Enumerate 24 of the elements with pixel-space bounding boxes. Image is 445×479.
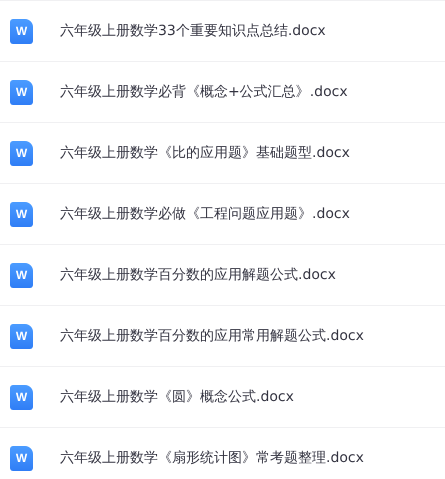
file-name: 六年级上册数学百分数的应用解题公式.docx bbox=[60, 266, 336, 284]
document-icon: W bbox=[10, 324, 33, 348]
file-row[interactable]: W 六年级上册数学33个重要知识点总结.docx bbox=[0, 1, 445, 62]
document-icon: W bbox=[10, 262, 33, 288]
file-row[interactable]: W 六年级上册数学必做《工程问题应用题》.docx bbox=[0, 184, 445, 245]
file-row[interactable]: W 六年级上册数学百分数的应用解题公式.docx bbox=[0, 245, 445, 306]
document-icon: W bbox=[10, 446, 33, 470]
document-icon: W bbox=[10, 80, 33, 104]
file-row[interactable]: W 六年级上册数学百分数的应用常用解题公式.docx bbox=[0, 306, 445, 367]
document-icon: W bbox=[10, 18, 33, 44]
file-name: 六年级上册数学《比的应用题》基础题型.docx bbox=[60, 144, 350, 162]
file-row[interactable]: W 六年级上册数学《圆》概念公式.docx bbox=[0, 367, 445, 428]
file-row[interactable]: W 六年级上册数学《比的应用题》基础题型.docx bbox=[0, 123, 445, 184]
file-name: 六年级上册数学必背《概念+公式汇总》.docx bbox=[60, 83, 348, 101]
document-icon: W bbox=[10, 202, 33, 226]
document-icon: W bbox=[10, 384, 33, 410]
file-row[interactable]: W 六年级上册数学《扇形统计图》常考题整理.docx bbox=[0, 428, 445, 479]
file-name: 六年级上册数学《扇形统计图》常考题整理.docx bbox=[60, 449, 364, 467]
file-name: 六年级上册数学《圆》概念公式.docx bbox=[60, 388, 294, 406]
file-name: 六年级上册数学33个重要知识点总结.docx bbox=[60, 22, 326, 40]
file-name: 六年级上册数学必做《工程问题应用题》.docx bbox=[60, 205, 350, 223]
document-icon: W bbox=[10, 140, 33, 166]
file-row[interactable]: W 六年级上册数学必背《概念+公式汇总》.docx bbox=[0, 62, 445, 123]
file-name: 六年级上册数学百分数的应用常用解题公式.docx bbox=[60, 327, 364, 345]
